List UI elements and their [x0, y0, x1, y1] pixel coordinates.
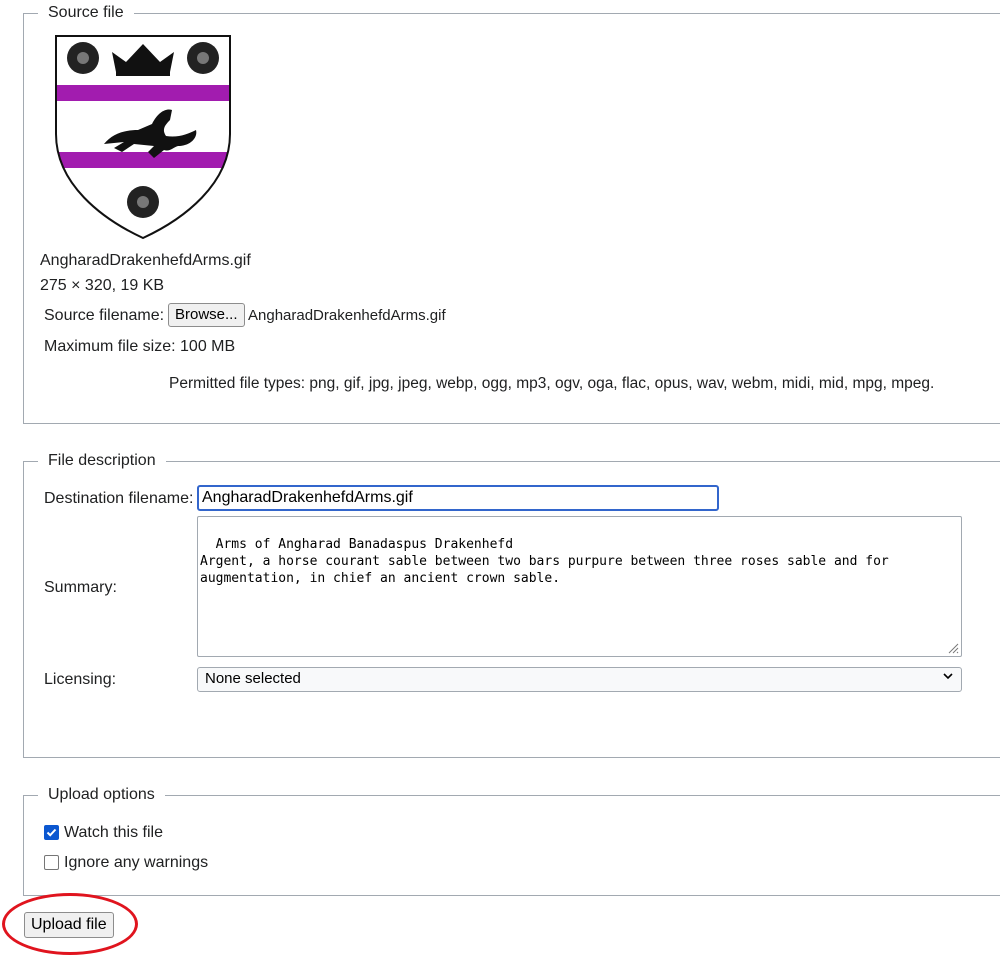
- summary-textarea[interactable]: Arms of Angharad Banadaspus Drakenhefd A…: [197, 516, 962, 657]
- watch-file-checkbox[interactable]: [44, 825, 59, 840]
- chosen-file-name: AngharadDrakenhefdArms.gif: [248, 307, 446, 324]
- ignore-warnings-checkbox[interactable]: [44, 855, 59, 870]
- upload-options-legend: Upload options: [48, 786, 155, 803]
- highlight-ring: [2, 893, 138, 955]
- destination-filename-label: Destination filename:: [44, 490, 194, 507]
- source-file-legend: Source file: [48, 4, 124, 21]
- watch-file-label[interactable]: Watch this file: [64, 824, 163, 842]
- file-description-legend: File description: [48, 452, 156, 469]
- max-file-size: Maximum file size: 100 MB: [44, 338, 236, 355]
- licensing-select[interactable]: None selected: [197, 667, 962, 692]
- browse-button[interactable]: Browse...: [168, 303, 245, 327]
- resize-handle-icon[interactable]: [947, 642, 959, 654]
- destination-filename-input[interactable]: [197, 485, 719, 511]
- file-meta: 275 × 320, 19 KB: [40, 277, 165, 294]
- licensing-selected-value: None selected: [205, 670, 301, 687]
- summary-text: Arms of Angharad Banadaspus Drakenhefd A…: [200, 537, 889, 586]
- ignore-warnings-label[interactable]: Ignore any warnings: [64, 854, 208, 872]
- upload-options-section: Upload options: [23, 786, 1000, 896]
- permitted-file-types: Permitted file types: png, gif, jpg, jpe…: [169, 375, 935, 392]
- summary-label: Summary:: [44, 579, 117, 596]
- licensing-label: Licensing:: [44, 671, 117, 688]
- checkmark-icon: [46, 828, 57, 837]
- file-preview-image: [55, 35, 231, 240]
- chevron-down-icon: [943, 673, 953, 680]
- file-name: AngharadDrakenhefdArms.gif: [40, 252, 251, 269]
- source-filename-label: Source filename:: [44, 307, 165, 324]
